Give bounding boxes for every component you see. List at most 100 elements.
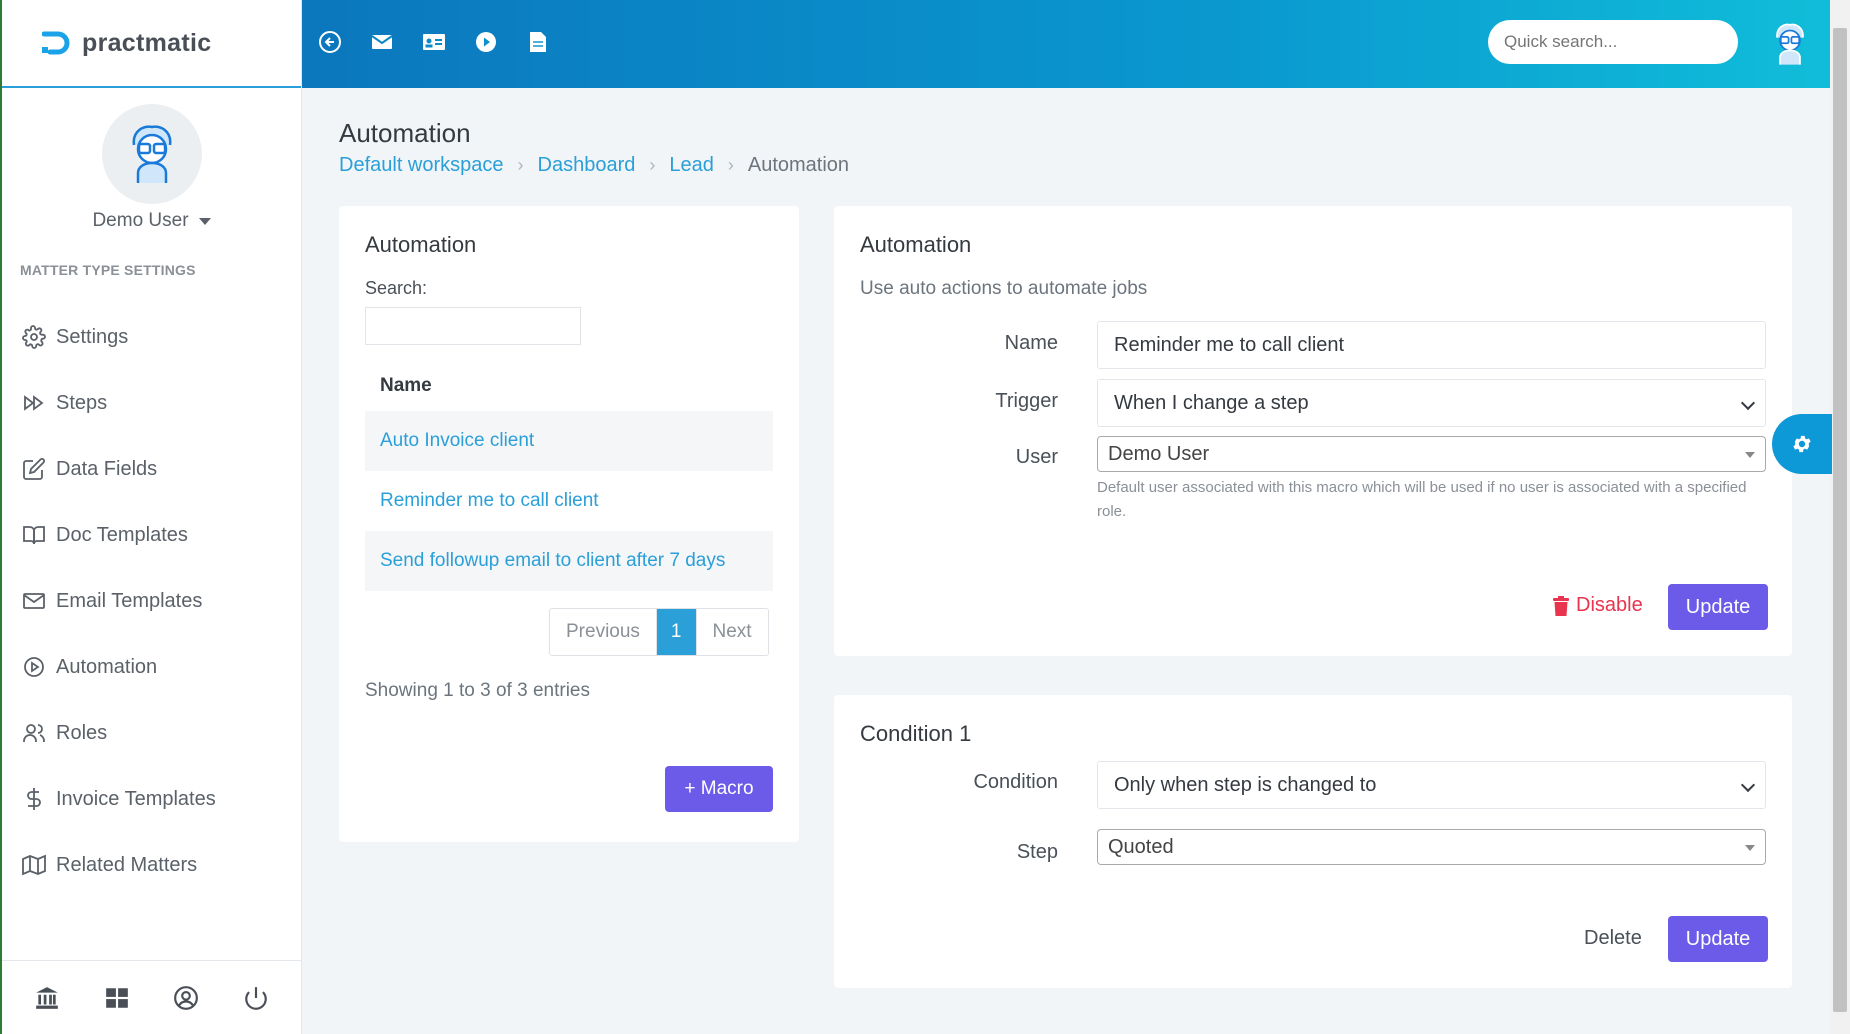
sidebar-item-label: Roles <box>56 721 108 744</box>
quick-search-input[interactable] <box>1488 20 1738 64</box>
trigger-select[interactable]: When I change a step <box>1097 379 1766 427</box>
sidebar-item-roles[interactable]: Roles <box>2 700 301 766</box>
name-value: Reminder me to call client <box>1114 333 1345 356</box>
user-label: User <box>1015 446 1058 468</box>
condition-label: Condition <box>973 771 1058 793</box>
chevron-down-icon <box>1740 395 1756 411</box>
sidebar-item-email-templates[interactable]: Email Templates <box>2 568 301 634</box>
add-macro-button[interactable]: + Macro <box>665 766 773 812</box>
users-icon <box>23 724 45 742</box>
breadcrumb-workspace[interactable]: Default workspace <box>339 154 504 177</box>
play-icon[interactable] <box>472 28 500 56</box>
card-subtitle: Use auto actions to automate jobs <box>860 278 1148 299</box>
sidebar-item-label: Automation <box>56 655 158 678</box>
condition-value: Only when step is changed to <box>1114 773 1377 796</box>
practmatic-logo-icon <box>42 31 70 55</box>
card-title: Condition 1 <box>860 721 972 746</box>
step-label: Step <box>1016 841 1058 863</box>
map-icon <box>22 854 46 876</box>
card-title: Automation <box>860 232 972 257</box>
macro-list-card: Automation Search: Name Auto Invoice cli… <box>339 206 799 842</box>
user-help-text: Default user associated with this macro … <box>1097 479 1747 520</box>
delete-condition-button[interactable]: Delete <box>1584 927 1642 950</box>
back-circle-icon[interactable] <box>316 28 344 56</box>
power-icon[interactable] <box>243 985 269 1011</box>
column-header-name[interactable]: Name <box>365 375 773 411</box>
table-row[interactable]: Reminder me to call client <box>365 471 773 531</box>
topbar <box>302 0 1830 88</box>
entries-info: Showing 1 to 3 of 3 entries <box>365 680 590 701</box>
mail-icon <box>23 593 45 609</box>
macro-search-input[interactable] <box>365 307 581 345</box>
macro-link[interactable]: Reminder me to call client <box>380 490 599 512</box>
avatar[interactable] <box>101 104 202 204</box>
name-label: Name <box>1004 332 1058 354</box>
pagination-previous[interactable]: Previous <box>550 609 657 655</box>
page-title: Automation <box>339 118 471 148</box>
caret-down-icon <box>1745 845 1755 851</box>
scrollbar-thumb[interactable] <box>1833 28 1847 1012</box>
gear-icon <box>1793 435 1811 453</box>
chevron-down-icon <box>198 217 211 225</box>
sidebar-item-related-matters[interactable]: Related Matters <box>2 832 301 898</box>
user-menu[interactable]: Demo User <box>92 210 211 232</box>
disable-label: Disable <box>1576 594 1643 616</box>
breadcrumb-lead[interactable]: Lead <box>669 154 714 177</box>
sidebar-item-label: Data Fields <box>56 457 158 480</box>
profile: Demo User <box>2 88 301 232</box>
book-icon <box>23 526 45 545</box>
step-select[interactable]: Quoted <box>1097 829 1766 865</box>
automation-form-card: Automation Use auto actions to automate … <box>834 206 1792 656</box>
edit-icon <box>23 458 45 480</box>
trigger-label: Trigger <box>995 390 1058 412</box>
user-avatar-icon[interactable] <box>1768 22 1812 66</box>
user-circle-icon[interactable] <box>173 985 199 1011</box>
grid-icon[interactable] <box>104 985 130 1011</box>
sidebar-item-settings[interactable]: Settings <box>2 304 301 370</box>
update-condition-button[interactable]: Update <box>1668 916 1768 962</box>
mail-icon[interactable] <box>368 28 396 56</box>
user-name: Demo User <box>92 210 189 231</box>
sidebar-item-automation[interactable]: Automation <box>2 634 301 700</box>
breadcrumb: Default workspace › Dashboard › Lead › A… <box>339 154 849 177</box>
chevron-down-icon <box>1740 777 1756 793</box>
card-title: Automation <box>365 232 477 257</box>
name-field[interactable]: Reminder me to call client <box>1097 321 1766 369</box>
breadcrumb-dashboard[interactable]: Dashboard <box>538 154 636 177</box>
user-value: Demo User <box>1108 442 1210 465</box>
user-select[interactable]: Demo User <box>1097 436 1766 472</box>
bank-icon[interactable] <box>34 985 60 1011</box>
macro-link[interactable]: Auto Invoice client <box>380 430 534 452</box>
sidebar-item-invoice-templates[interactable]: Invoice Templates <box>2 766 301 832</box>
chevron-right-icon: › <box>517 155 524 175</box>
table-row[interactable]: Auto Invoice client <box>365 411 773 471</box>
logo[interactable]: practmatic <box>2 0 301 88</box>
sidebar-item-doc-templates[interactable]: Doc Templates <box>2 502 301 568</box>
sidebar-item-label: Related Matters <box>56 853 198 876</box>
pagination-page[interactable]: 1 <box>656 609 696 655</box>
sidebar-item-label: Steps <box>56 391 108 414</box>
user-avatar-icon <box>132 125 171 183</box>
table-row[interactable]: Send followup email to client after 7 da… <box>365 531 773 591</box>
macro-link[interactable]: Send followup email to client after 7 da… <box>380 550 725 572</box>
chevron-right-icon: › <box>727 155 734 175</box>
search-label: Search: <box>365 278 428 298</box>
app-name: practmatic <box>82 28 212 57</box>
settings-fab[interactable] <box>1772 414 1832 474</box>
sidebar-footer <box>2 960 301 1034</box>
caret-down-icon <box>1745 452 1755 458</box>
sidebar-item-steps[interactable]: Steps <box>2 370 301 436</box>
condition-select[interactable]: Only when step is changed to <box>1097 761 1766 809</box>
scrollbar[interactable] <box>1830 0 1850 1034</box>
sidebar-item-data-fields[interactable]: Data Fields <box>2 436 301 502</box>
disable-button[interactable]: Disable <box>1552 594 1643 617</box>
document-icon[interactable] <box>524 28 552 56</box>
chevron-right-icon: › <box>649 155 656 175</box>
dollar-icon <box>27 788 41 810</box>
pagination-next[interactable]: Next <box>695 609 768 655</box>
contact-card-icon[interactable] <box>420 28 448 56</box>
pagination: Previous 1 Next <box>549 608 769 656</box>
breadcrumb-current: Automation <box>747 154 850 176</box>
update-automation-button[interactable]: Update <box>1668 584 1768 630</box>
step-value: Quoted <box>1108 835 1174 858</box>
